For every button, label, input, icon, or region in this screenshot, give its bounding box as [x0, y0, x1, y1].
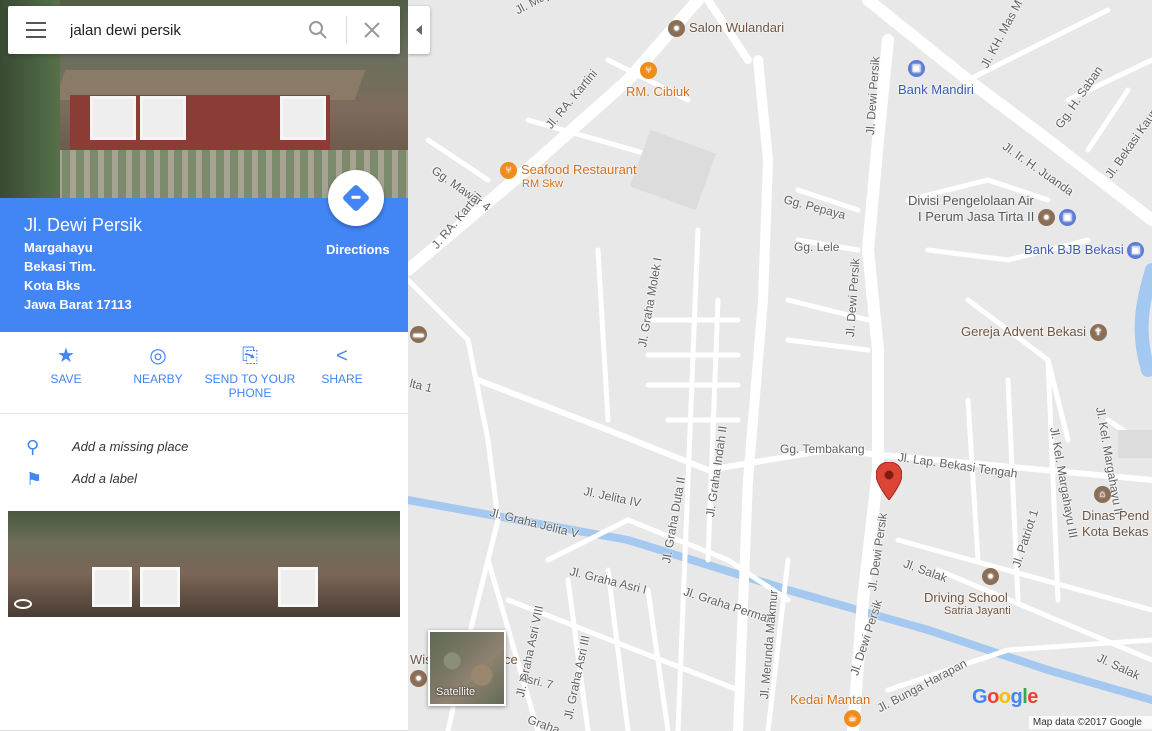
poi-seafood[interactable]: ⑂ Seafood Restaurant: [500, 162, 637, 180]
search-divider: [346, 16, 347, 44]
hotel-icon: ▬: [410, 326, 427, 344]
location-marker-icon[interactable]: [876, 462, 902, 500]
poi-driving-sub: Satria Jayanti: [944, 605, 1011, 617]
address-line: Kota Bks: [24, 278, 81, 293]
send-to-phone-icon: ⎘: [242, 345, 258, 367]
chevron-left-icon: [416, 25, 422, 35]
poi-driving-label: Driving School: [924, 590, 1008, 605]
google-logo: Google: [972, 686, 1038, 708]
poi-cibiuk-label: RM. Cibiuk: [626, 84, 690, 99]
share-icon: <: [336, 345, 348, 367]
shop-icon: ▣: [1058, 209, 1076, 227]
poi-cibiuk[interactable]: ⑂: [640, 62, 661, 80]
church-icon: ✝: [1089, 324, 1107, 342]
store-icon: ●: [668, 20, 685, 38]
nearby-button[interactable]: ◎ NEARBY: [112, 344, 204, 386]
send-to-phone-button[interactable]: ⎘ SEND TO YOUR PHONE: [204, 344, 296, 400]
school-icon: ●: [982, 568, 999, 586]
menu-icon[interactable]: [26, 22, 46, 38]
satellite-label: Satellite: [436, 686, 476, 698]
poi-dinas-label: Dinas Pend: [1082, 508, 1150, 523]
nearby-icon: ◎: [149, 345, 167, 367]
poi-divisi-label: Divisi Pengelolaan Air: [908, 193, 1034, 208]
restaurant-icon: ⑂: [500, 162, 517, 180]
add-place-icon: ⚲: [26, 437, 40, 457]
poi-gereja[interactable]: Gereja Advent Bekasi ✝: [961, 324, 1111, 342]
poi-bjb[interactable]: Bank BJB Bekasi ▣: [1024, 242, 1148, 260]
street-view-360-icon: [14, 599, 32, 609]
close-icon[interactable]: [362, 20, 382, 40]
action-bar: ★ SAVE ◎ NEARBY ⎘ SEND TO YOUR PHONE < S…: [0, 332, 408, 414]
poi-hotel[interactable]: ▬: [410, 326, 431, 344]
poi-divisi[interactable]: I Perum Jasa Tirta II ● ▣: [918, 209, 1080, 227]
poi-bank-mandiri[interactable]: ▣: [908, 60, 929, 78]
satellite-toggle[interactable]: Satellite: [428, 630, 506, 706]
place-title: Jl. Dewi Persik: [24, 215, 143, 235]
address-line: Jawa Barat 17113: [24, 297, 132, 312]
street-label: Gg. Lele: [794, 240, 840, 254]
maps-app: Jl. Mayor Oking Jl. RA. Kartini J. RA. K…: [0, 0, 1152, 731]
map-attribution[interactable]: Map data ©2017 Google: [1028, 716, 1152, 729]
lodging-icon: ●: [410, 670, 427, 688]
poi-wisma-label-2: ce: [504, 652, 518, 667]
poi-dinas[interactable]: ⌂: [1094, 486, 1115, 504]
directions-icon: [341, 183, 371, 213]
poi-bank-mandiri-label: Bank Mandiri: [898, 82, 974, 97]
share-button[interactable]: < SHARE: [296, 344, 388, 386]
poi-dinas-label-2: Kota Bekas: [1082, 524, 1149, 539]
search-input[interactable]: [70, 16, 300, 44]
address-line: Margahayu: [24, 240, 93, 255]
poi-salon[interactable]: ● Salon Wulandari: [668, 20, 784, 38]
street-view-thumbnail[interactable]: [8, 511, 400, 617]
store-icon: ●: [1037, 209, 1055, 227]
poi-driving[interactable]: ●: [982, 568, 1003, 586]
save-button[interactable]: ★ SAVE: [20, 344, 112, 386]
place-panel: Jl. Dewi Persik Margahayu Bekasi Tim. Ko…: [0, 0, 408, 731]
cafe-icon: ☕: [844, 710, 861, 728]
road-network: [408, 0, 1152, 731]
flag-icon: ⚑: [26, 469, 43, 489]
star-icon: ★: [57, 345, 75, 367]
map-canvas[interactable]: Jl. Mayor Oking Jl. RA. Kartini J. RA. K…: [408, 0, 1152, 731]
bank-icon: ▣: [908, 60, 925, 78]
government-icon: ⌂: [1094, 486, 1111, 504]
directions-button[interactable]: [328, 170, 384, 226]
search-box: [8, 6, 400, 54]
street-label: Gg. Tembakang: [780, 442, 865, 456]
collapse-panel-button[interactable]: [408, 6, 430, 54]
search-icon[interactable]: [308, 20, 328, 40]
bank-icon: ▣: [1127, 242, 1145, 260]
poi-seafood-sub: RM Skw: [522, 178, 563, 190]
add-missing-place-link[interactable]: ⚲ Add a missing place: [0, 431, 408, 463]
restaurant-icon: ⑂: [640, 62, 657, 80]
add-label-link[interactable]: ⚑ Add a label: [0, 463, 408, 495]
address-line: Bekasi Tim.: [24, 259, 97, 274]
poi-kedai[interactable]: ☕: [844, 710, 865, 728]
poi-kedai-label: Kedai Mantan: [790, 692, 871, 707]
directions-label[interactable]: Directions: [326, 242, 390, 257]
